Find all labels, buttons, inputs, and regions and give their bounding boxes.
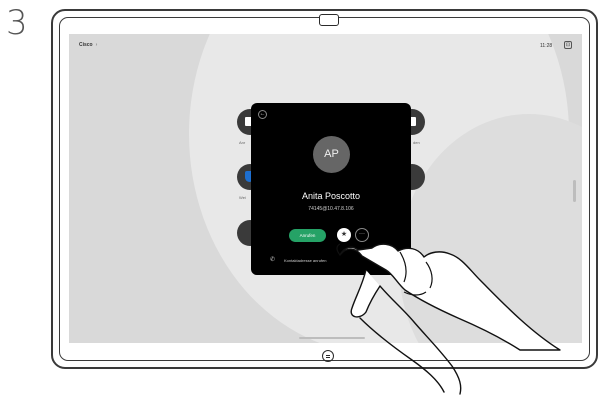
pointing-hand-icon [336, 243, 561, 395]
